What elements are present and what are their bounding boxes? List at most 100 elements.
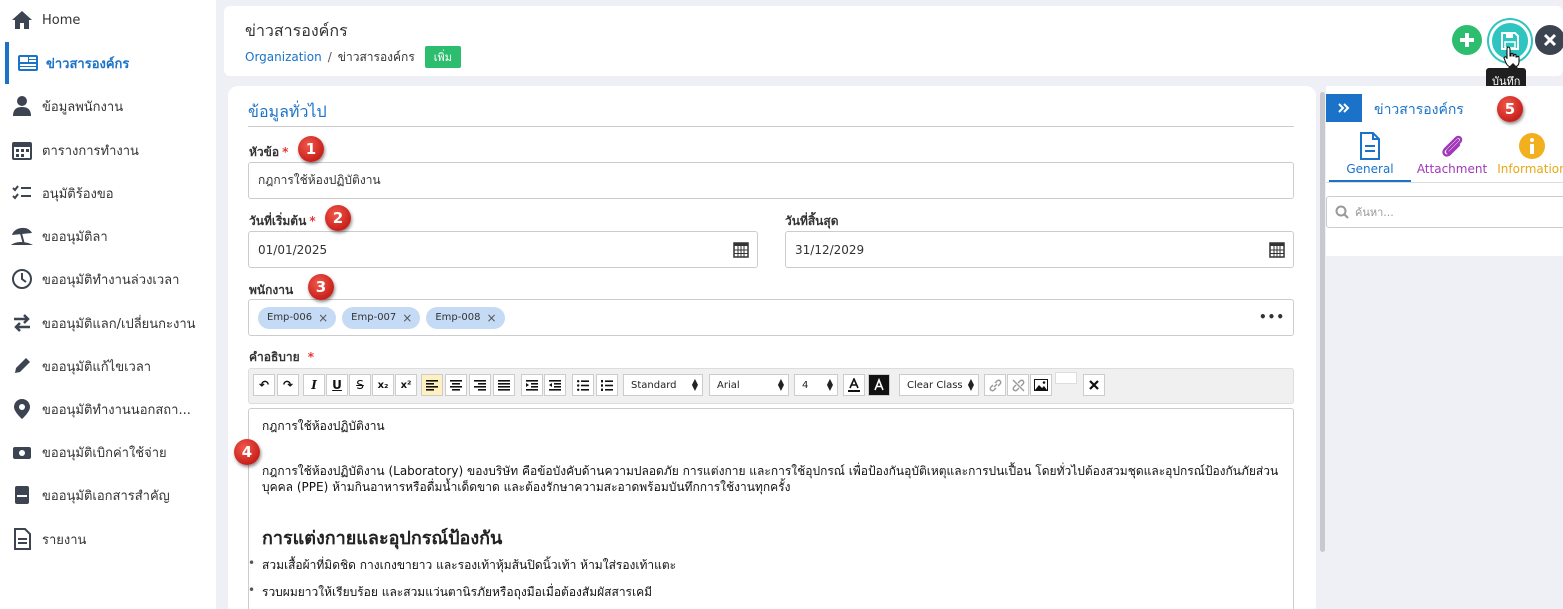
chip-remove-icon[interactable]: ×	[402, 311, 412, 325]
image-icon	[1034, 379, 1048, 391]
sidebar-item-label: ขออนุมัติแก้ไขเวลา	[42, 359, 152, 375]
section-divider	[248, 126, 1294, 127]
editor-toolbar: ↶ ↷ I U S x₂ x² Standard ▲ ▼ Arial ▲ ▼ 4…	[248, 368, 1294, 404]
description-editor[interactable]: กฎการใช้ห้องปฏิบัติงาน กฎการใช้ห้องปฏิบั…	[248, 408, 1294, 609]
subject-input[interactable]: กฎการใช้ห้องปฏิบัติงาน	[248, 162, 1294, 199]
tab-label: Attachment	[1416, 162, 1488, 176]
tab-label: General	[1346, 162, 1394, 176]
sidebar-item-label: ขออนุมัติทำงานล่วงเวลา	[42, 272, 180, 288]
panel-search-input[interactable]: ค้นหา...	[1326, 196, 1563, 228]
sidebar-item-label: ขออนุมัติทำงานนอกสถา...	[42, 402, 191, 418]
editor-first-line: กฎการใช้ห้องปฏิบัติงาน	[262, 419, 385, 433]
insert-image-button[interactable]	[1030, 374, 1052, 396]
bullet-list-button[interactable]	[572, 374, 594, 396]
background-color-button[interactable]	[868, 374, 890, 396]
annotation-marker: 1	[298, 136, 324, 162]
close-button[interactable]	[1535, 25, 1563, 55]
more-options-icon[interactable]: •••	[1259, 310, 1285, 324]
font-size-select[interactable]: 4 ▲ ▼	[794, 374, 838, 396]
start-date-input[interactable]: 01/01/2025	[248, 231, 758, 268]
search-placeholder: ค้นหา...	[1355, 206, 1394, 219]
superscript-button[interactable]: x²	[395, 374, 417, 396]
select-arrows-icon: ▲ ▼	[967, 377, 974, 392]
tab-general[interactable]: General	[1330, 132, 1410, 180]
page-title: ข่าวสารองค์กร	[245, 21, 348, 40]
sidebar-item-approve-requests[interactable]: อนุมัติร้องขอ	[0, 173, 216, 213]
strikethrough-button[interactable]: S	[349, 374, 371, 396]
undo-button[interactable]: ↶	[253, 374, 275, 396]
tab-information[interactable]: Information	[1492, 132, 1563, 180]
sidebar-item-label: ขออนุมัติเบิกค่าใช้จ่าย	[42, 445, 167, 461]
sidebar-item-label: ขออนุมัติแลก/เปลี่ยนกะงาน	[42, 316, 196, 332]
editor-heading: การแต่งกายและอุปกรณ์ป้องกัน	[262, 528, 503, 549]
bullet-list-icon	[577, 379, 589, 391]
align-center-button[interactable]	[445, 374, 467, 396]
employees-multiselect[interactable]: Emp-006 × Emp-007 × Emp-008 × •••	[248, 299, 1294, 336]
annotation-marker: 3	[308, 274, 334, 300]
checklist-icon	[10, 181, 34, 205]
calendar-icon[interactable]	[1269, 241, 1285, 258]
link-icon	[989, 379, 1001, 391]
document-stack-icon	[10, 483, 34, 507]
indent-button[interactable]	[521, 374, 543, 396]
sidebar-item-important-documents[interactable]: ขออนุมัติเอกสารสำคัญ	[0, 475, 216, 515]
subscript-button[interactable]: x₂	[372, 374, 394, 396]
sidebar-item-expense-claim[interactable]: ขออนุมัติเบิกค่าใช้จ่าย	[0, 432, 216, 472]
calendar-icon[interactable]	[733, 241, 749, 258]
chip-remove-icon[interactable]: ×	[318, 311, 328, 325]
align-center-icon	[450, 379, 462, 391]
sidebar-item-label: ข่าวสารองค์กร	[46, 56, 130, 72]
select-arrows-icon: ▲ ▼	[691, 377, 698, 392]
clear-class-select[interactable]: Clear Class ▲ ▼	[899, 374, 979, 396]
align-justify-button[interactable]	[493, 374, 515, 396]
end-date-label: วันที่สิ้นสุด	[785, 214, 839, 228]
annotation-marker: 4	[234, 439, 260, 465]
breadcrumb-current: ข่าวสารองค์กร	[337, 49, 415, 64]
document-icon	[1360, 132, 1380, 160]
description-label: คำอธิบาย *	[249, 350, 314, 364]
breadcrumb-organization-link[interactable]: Organization	[245, 50, 322, 64]
sidebar-item-reports[interactable]: รายงาน	[0, 519, 216, 559]
sidebar-item-home[interactable]: Home	[0, 0, 216, 40]
report-icon	[10, 527, 34, 551]
color-swatch[interactable]	[1055, 372, 1077, 384]
sidebar-item-employee-info[interactable]: ข้อมูลพนักงาน	[0, 86, 216, 126]
tab-attachment[interactable]: Attachment	[1412, 132, 1492, 180]
align-left-button[interactable]	[421, 374, 443, 396]
sidebar-item-label: รายงาน	[42, 532, 87, 548]
form-scrollbar[interactable]	[1320, 92, 1325, 552]
section-title: ข้อมูลทั่วไป	[248, 102, 327, 121]
unlink-icon	[1012, 379, 1024, 391]
sidebar-item-leave-request[interactable]: ขออนุมัติลา	[0, 216, 216, 256]
panel-title: ข่าวสารองค์กร	[1374, 102, 1464, 118]
redo-button[interactable]: ↷	[277, 374, 299, 396]
chip-remove-icon[interactable]: ×	[486, 311, 496, 325]
underline-button[interactable]: U	[326, 374, 348, 396]
sidebar-item-work-schedule[interactable]: ตารางการทำงาน	[0, 130, 216, 170]
end-date-input[interactable]: 31/12/2029	[785, 231, 1294, 268]
italic-button[interactable]: I	[303, 374, 325, 396]
sidebar-item-time-correction[interactable]: ขออนุมัติแก้ไขเวลา	[0, 346, 216, 386]
sidebar: Home ข่าวสารองค์กร ข้อมูลพนักงาน ตารางกา…	[0, 0, 216, 609]
sidebar-item-offsite-work[interactable]: ขออนุมัติทำงานนอกสถา...	[0, 389, 216, 429]
location-pin-icon	[10, 397, 34, 421]
numbered-list-button[interactable]	[596, 374, 618, 396]
plus-icon	[1460, 33, 1474, 47]
align-left-icon	[426, 379, 438, 391]
font-family-select[interactable]: Arial ▲ ▼	[709, 374, 789, 396]
add-button[interactable]	[1452, 25, 1482, 55]
text-color-button[interactable]	[843, 374, 865, 396]
remove-format-button[interactable]	[1083, 374, 1105, 396]
outdent-button[interactable]	[544, 374, 566, 396]
panel-collapse-button[interactable]	[1326, 94, 1362, 122]
text-color-icon	[848, 378, 860, 392]
sidebar-item-overtime-request[interactable]: ขออนุมัติทำงานล่วงเวลา	[0, 259, 216, 299]
align-right-button[interactable]	[469, 374, 491, 396]
employee-chip: Emp-008 ×	[426, 306, 505, 329]
insert-link-button[interactable]	[984, 374, 1006, 396]
align-right-icon	[474, 379, 486, 391]
sidebar-item-shift-swap[interactable]: ขออนุมัติแลก/เปลี่ยนกะงาน	[0, 303, 216, 343]
sidebar-item-news[interactable]: ข่าวสารองค์กร	[0, 43, 216, 83]
style-select[interactable]: Standard ▲ ▼	[623, 374, 703, 396]
unlink-button[interactable]	[1007, 374, 1029, 396]
